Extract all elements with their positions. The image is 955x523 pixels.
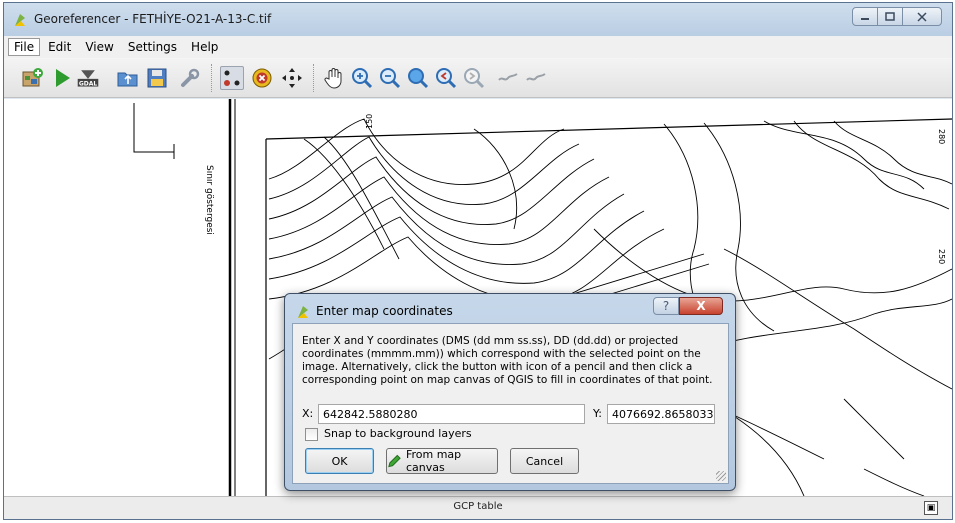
link-georeferencer-icon <box>498 73 518 81</box>
window-title: Georeferencer - FETHİYE-O21-A-13-C.tif <box>34 12 272 26</box>
pencil-icon <box>388 454 401 468</box>
contour-label: 250 <box>937 249 946 264</box>
toolbar-separator <box>313 64 315 92</box>
transformation-settings-button[interactable] <box>178 66 202 90</box>
move-gcp-icon <box>282 68 302 88</box>
ok-button-label: OK <box>331 454 348 468</box>
close-icon <box>917 11 927 22</box>
start-georeferencing-button[interactable] <box>50 66 74 90</box>
menu-file[interactable]: File <box>8 38 41 56</box>
add-point-icon <box>224 70 240 86</box>
snap-to-background-checkbox[interactable] <box>305 428 318 441</box>
y-label: Y: <box>593 407 602 420</box>
zoom-next-button[interactable] <box>462 66 486 90</box>
zoom-out-icon <box>380 68 401 89</box>
load-gcp-icon <box>117 72 138 87</box>
save-gcp-button[interactable] <box>145 66 169 90</box>
dialog-description: Enter X and Y coordinates (DMS (dd mm ss… <box>302 335 713 386</box>
link-georeferencer-button[interactable] <box>496 66 520 90</box>
add-raster-icon <box>22 68 43 87</box>
resize-grip[interactable] <box>716 471 726 481</box>
load-gcp-button[interactable] <box>116 66 140 90</box>
zoom-in-button[interactable] <box>350 66 374 90</box>
title-bar[interactable]: Georeferencer - FETHİYE-O21-A-13-C.tif <box>4 3 952 36</box>
pan-hand-icon <box>324 68 342 89</box>
cancel-button[interactable]: Cancel <box>510 448 579 474</box>
maximize-icon <box>885 11 895 21</box>
x-label: X: <box>302 407 314 420</box>
enter-map-coordinates-dialog: Enter map coordinates ? X Enter X and Y … <box>284 293 736 491</box>
pan-button[interactable] <box>322 66 346 90</box>
gdal-script-button[interactable]: GDAL <box>76 66 100 90</box>
toolbar: GDAL <box>4 58 952 98</box>
menu-settings[interactable]: Settings <box>122 38 183 56</box>
from-map-canvas-label: From map canvas <box>405 448 462 474</box>
zoom-next-icon <box>464 68 485 89</box>
delete-point-button[interactable] <box>250 66 274 90</box>
zoom-to-layer-icon <box>408 68 429 89</box>
from-map-canvas-button[interactable]: From map canvas <box>386 448 498 474</box>
zoom-in-icon <box>352 68 373 89</box>
cancel-button-label: Cancel <box>525 454 564 468</box>
delete-point-icon <box>252 68 272 88</box>
start-georeferencing-icon <box>56 69 70 87</box>
qgis-logo-icon <box>15 14 25 26</box>
gcp-table-title: GCP table <box>453 501 503 512</box>
sheet-margin-label: Sınır göstergesi <box>204 165 214 235</box>
menu-view[interactable]: View <box>79 38 119 56</box>
svg-text:GDAL: GDAL <box>79 80 98 87</box>
snap-to-background-label[interactable]: Snap to background layers <box>324 427 472 440</box>
contour-label: 280 <box>937 129 946 144</box>
gdal-script-icon: GDAL <box>77 70 99 87</box>
wrench-icon <box>181 68 200 87</box>
zoom-last-icon <box>436 68 457 89</box>
toolbar-separator <box>211 64 213 92</box>
add-raster-button[interactable] <box>21 66 45 90</box>
window-controls <box>852 7 942 26</box>
gcp-table-dock: GCP table ▣ <box>4 496 952 519</box>
add-point-button[interactable] <box>220 66 244 90</box>
x-coordinate-input[interactable]: 642842.5880280 <box>318 404 585 424</box>
zoom-last-button[interactable] <box>434 66 458 90</box>
menu-edit[interactable]: Edit <box>42 38 77 56</box>
dialog-body: Enter X and Y coordinates (DMS (dd mm ss… <box>292 323 729 484</box>
help-button[interactable]: ? <box>653 297 679 315</box>
move-gcp-button[interactable] <box>280 66 304 90</box>
zoom-to-layer-button[interactable] <box>406 66 430 90</box>
qgis-logo-icon <box>298 306 308 318</box>
y-coordinate-input[interactable]: 4076692.8658033 <box>607 404 715 424</box>
menu-help[interactable]: Help <box>185 38 224 56</box>
dock-float-button[interactable]: ▣ <box>924 501 938 515</box>
dialog-title: Enter map coordinates <box>316 304 453 318</box>
minimize-button[interactable] <box>852 7 878 26</box>
minimize-icon <box>861 17 869 20</box>
ok-button[interactable]: OK <box>305 448 374 474</box>
contour-label: 150 <box>365 114 374 129</box>
menu-bar: File Edit View Settings Help <box>4 36 952 58</box>
link-qgis-button[interactable] <box>524 66 548 90</box>
link-qgis-icon <box>526 73 546 81</box>
save-gcp-icon <box>147 68 167 88</box>
zoom-out-button[interactable] <box>378 66 402 90</box>
dialog-close-button[interactable]: X <box>679 297 723 315</box>
maximize-button[interactable] <box>877 7 903 26</box>
close-window-button[interactable] <box>902 7 942 26</box>
